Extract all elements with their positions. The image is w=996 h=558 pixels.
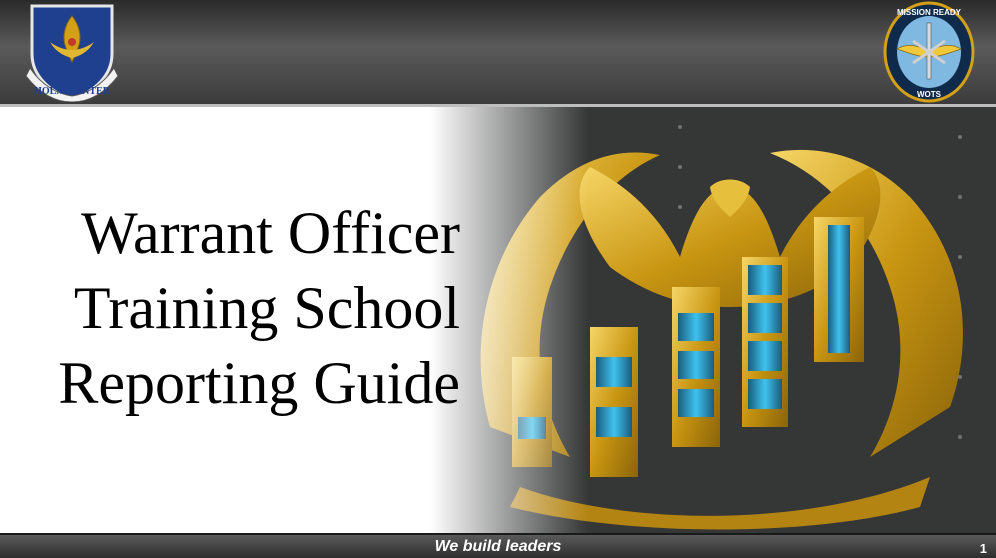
patch-top-text: MISSION READY: [897, 8, 962, 17]
holm-center-shield-icon: HOLM CENTER: [25, 4, 119, 102]
wots-mission-ready-patch-icon: MISSION READY WOTS: [883, 1, 975, 103]
header-bar: [0, 0, 996, 104]
footer-tagline: We build leaders: [434, 538, 562, 555]
title-line-1: Warrant Officer: [81, 200, 460, 266]
patch-bottom-text: WOTS: [917, 90, 942, 99]
holm-center-logo-text: HOLM CENTER: [34, 86, 111, 97]
footer-bar: We build leaders 1: [0, 533, 996, 558]
title-line-3: Reporting Guide: [58, 350, 460, 416]
slide-title: Warrant Officer Training School Reportin…: [20, 196, 460, 421]
warrant-officer-eagle-insignia-icon: [430, 107, 996, 533]
page-number: 1: [979, 541, 987, 556]
title-line-2: Training School: [73, 275, 460, 341]
